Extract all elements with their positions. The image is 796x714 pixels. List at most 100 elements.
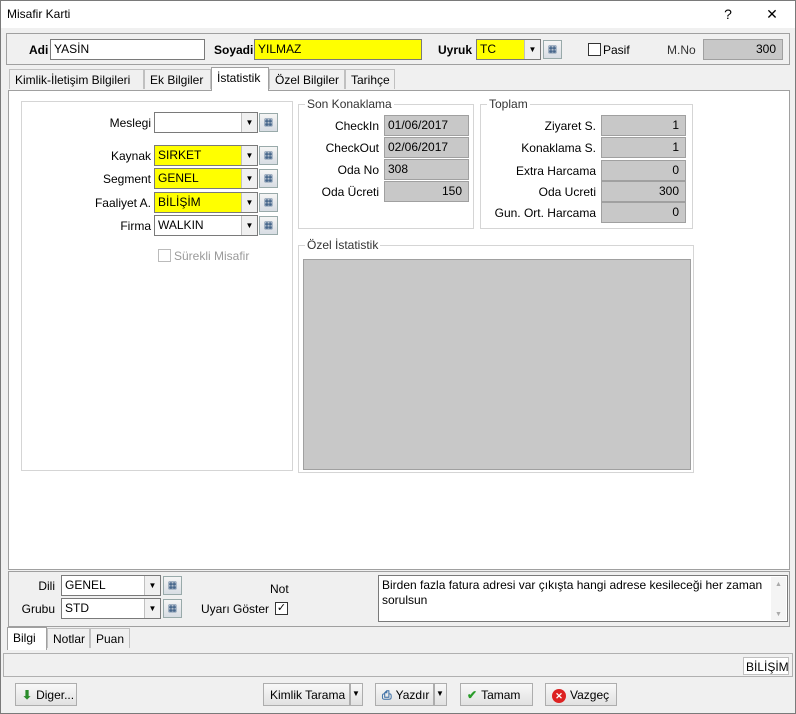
odaucreti-label: Oda Ücreti: [321, 185, 379, 199]
lookup-icon[interactable]: ▦: [163, 599, 182, 618]
lookup-icon[interactable]: ▦: [259, 169, 278, 188]
soyadi-input[interactable]: YILMAZ: [254, 39, 422, 60]
surekli-label: Sürekli Misafir: [174, 249, 250, 263]
window-title: Misafir Karti: [7, 7, 71, 21]
tamam-button[interactable]: ✔ Tamam: [460, 683, 533, 706]
tab-puan[interactable]: Puan: [90, 628, 130, 648]
segment-combo[interactable]: GENEL ▼: [154, 168, 258, 189]
uyruk-combo[interactable]: TC ▼: [476, 39, 541, 60]
lookup-icon[interactable]: ▦: [543, 40, 562, 59]
chevron-down-icon[interactable]: ▼: [241, 216, 257, 235]
odano-field: 308: [384, 159, 469, 180]
chevron-down-icon[interactable]: ▼: [241, 146, 257, 165]
chevron-down-icon[interactable]: ▼: [241, 169, 257, 188]
pasif-checkbox[interactable]: [588, 43, 601, 56]
tab-ek-bilgiler[interactable]: Ek Bilgiler: [144, 69, 211, 89]
status-bar: [3, 653, 793, 677]
tab-ozel-bilgiler[interactable]: Özel Bilgiler: [269, 69, 345, 89]
grubu-value: STD: [65, 601, 89, 615]
mno-field: 300: [703, 39, 783, 60]
odaucret-field: 300: [601, 181, 686, 202]
chevron-down-icon[interactable]: ▼: [241, 193, 257, 212]
son-konaklama-title: Son Konaklama: [305, 97, 394, 111]
tab-bilgi[interactable]: Bilgi: [7, 627, 47, 650]
kaynak-combo[interactable]: SIRKET ▼: [154, 145, 258, 166]
lookup-icon[interactable]: ▦: [163, 576, 182, 595]
lookup-icon[interactable]: ▦: [259, 146, 278, 165]
tab-kimlik[interactable]: Kimlik-İletişim Bilgileri: [9, 69, 144, 89]
extra-field: 0: [601, 160, 686, 181]
tab-tarihce[interactable]: Tarihçe: [345, 69, 395, 89]
status-right: BİLİŞİM: [743, 657, 789, 675]
vazgec-label: Vazgeç: [570, 688, 610, 702]
tab-istatistik[interactable]: İstatistik: [211, 67, 269, 91]
faaliyet-combo[interactable]: BİLİŞİM ▼: [154, 192, 258, 213]
kaynak-label: Kaynak: [110, 149, 151, 163]
checkout-field: 02/06/2017: [384, 137, 469, 158]
mno-label: M.No: [667, 43, 696, 57]
dili-combo[interactable]: GENEL ▼: [61, 575, 161, 596]
faaliyet-label: Faaliyet A.: [94, 196, 151, 210]
ziyaret-field: 1: [601, 115, 686, 136]
segment-value: GENEL: [158, 171, 199, 185]
cancel-icon: ✕: [552, 689, 566, 703]
yazdir-label: Yazdır: [395, 688, 430, 702]
grubu-label: Grubu: [21, 602, 55, 616]
ozel-istatistik-area: [303, 259, 691, 470]
uyruk-value: TC: [480, 42, 496, 56]
note-text: Birden fazla fatura adresi var çıkışta h…: [382, 578, 763, 607]
diger-button[interactable]: ⬇ Diger...: [15, 683, 77, 706]
yazdir-button[interactable]: ⎙ Yazdır: [375, 683, 434, 706]
dili-label: Dili: [38, 579, 55, 593]
firma-value: WALKIN: [158, 218, 204, 232]
gunort-field: 0: [601, 202, 686, 223]
odaucret-label: Oda Ucreti: [538, 185, 596, 199]
chevron-down-icon[interactable]: ▼: [524, 40, 540, 59]
surekli-checkbox[interactable]: [158, 249, 171, 262]
yazdir-dropdown[interactable]: ▼: [434, 683, 447, 706]
grubu-combo[interactable]: STD ▼: [61, 598, 161, 619]
lookup-icon[interactable]: ▦: [259, 216, 278, 235]
adi-label: Adi: [29, 43, 49, 57]
kimlik-tarama-dropdown[interactable]: ▼: [350, 683, 363, 706]
lookup-icon[interactable]: ▦: [259, 113, 278, 132]
checkmark-icon: ✔: [467, 688, 478, 702]
chevron-down-icon[interactable]: ▼: [144, 599, 160, 618]
uyari-checkbox[interactable]: ✓: [275, 602, 288, 615]
title-bar: Misafir Karti ? ✕: [1, 1, 795, 28]
konaklama-field: 1: [601, 137, 686, 158]
arrow-down-icon: ⬇: [22, 688, 33, 702]
note-scrollbar[interactable]: ▲ ▼: [771, 577, 786, 620]
tab-notlar[interactable]: Notlar: [47, 628, 90, 648]
print-icon: ⎙: [382, 688, 392, 702]
ziyaret-label: Ziyaret S.: [544, 119, 596, 133]
ozel-istatistik-title: Özel İstatistik: [305, 238, 381, 252]
dili-value: GENEL: [65, 578, 106, 592]
help-button[interactable]: ?: [713, 3, 743, 25]
kaynak-value: SIRKET: [158, 148, 202, 162]
toplam-title: Toplam: [487, 97, 530, 111]
firma-label: Firma: [120, 219, 151, 233]
close-button[interactable]: ✕: [757, 3, 787, 25]
odaucreti-field: 150: [384, 181, 469, 202]
chevron-down-icon[interactable]: ▼: [144, 576, 160, 595]
lookup-icon[interactable]: ▦: [259, 193, 278, 212]
adi-input[interactable]: YASİN: [50, 39, 205, 60]
soyadi-label: Soyadi: [214, 43, 254, 57]
kimlik-tarama-button[interactable]: Kimlik Tarama: [263, 683, 350, 706]
note-textarea[interactable]: Birden fazla fatura adresi var çıkışta h…: [378, 575, 788, 622]
konaklama-label: Konaklama S.: [521, 141, 596, 155]
checkin-label: CheckIn: [334, 119, 379, 133]
uyruk-label: Uyruk: [438, 43, 473, 57]
vazgec-button[interactable]: ✕ Vazgeç: [545, 683, 617, 706]
meslegi-label: Meslegi: [109, 116, 151, 130]
uyari-label: Uyarı Göster: [201, 602, 270, 616]
meslegi-combo[interactable]: ▼: [154, 112, 258, 133]
odano-label: Oda No: [337, 163, 379, 177]
chevron-down-icon[interactable]: ▼: [241, 113, 257, 132]
tamam-label: Tamam: [481, 688, 521, 702]
checkin-field: 01/06/2017: [384, 115, 469, 136]
checkout-label: CheckOut: [325, 141, 379, 155]
window: Misafir Karti ? ✕ Adi YASİN Soyadi YILMA…: [0, 0, 796, 714]
firma-combo[interactable]: WALKIN ▼: [154, 215, 258, 236]
